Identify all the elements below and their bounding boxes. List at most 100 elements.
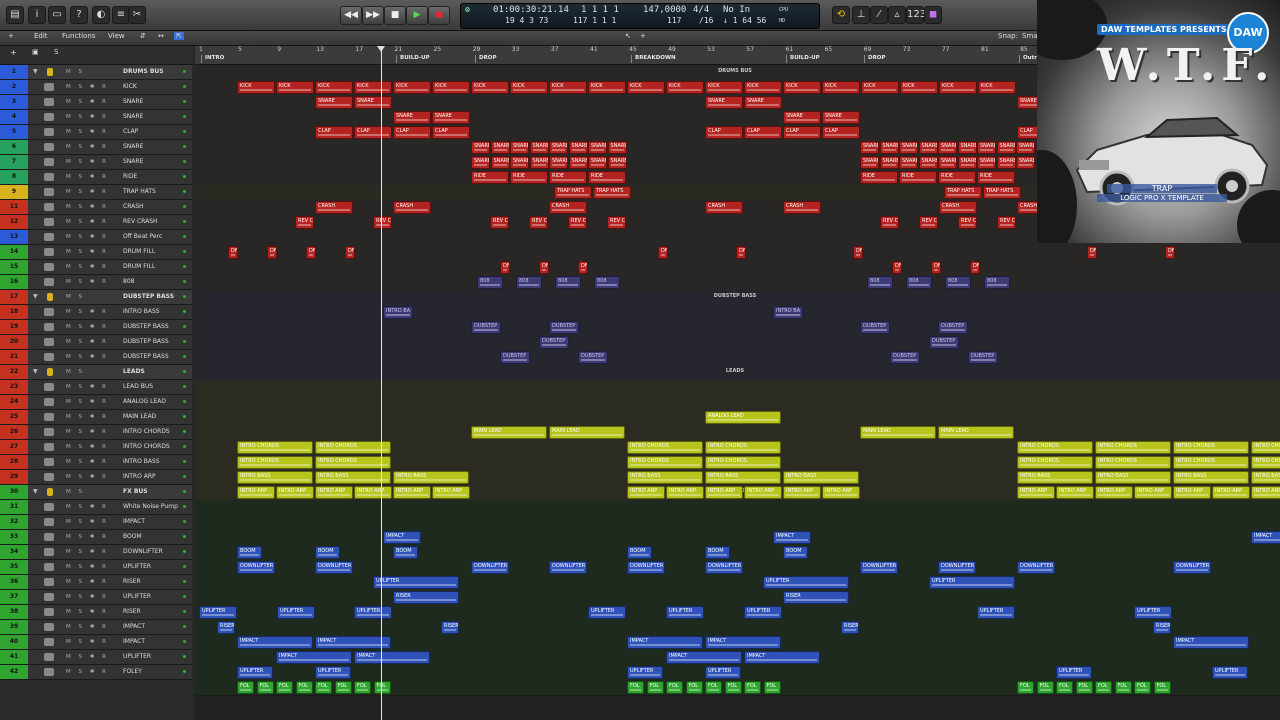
arrangement-marker[interactable]: DROP <box>868 55 886 61</box>
region[interactable]: FOL <box>646 681 664 694</box>
region[interactable]: REV C <box>568 216 587 229</box>
mute-solo-controls[interactable]: M S ✱ R <box>66 155 109 169</box>
mute-solo-controls[interactable]: M S ✱ R <box>66 605 109 619</box>
pointer-tool-icon[interactable]: ↖ <box>625 32 631 40</box>
record-button[interactable]: ● <box>428 6 450 25</box>
mute-solo-controls[interactable]: M S ✱ R <box>66 320 109 334</box>
region[interactable]: 808 <box>555 276 581 289</box>
region[interactable]: FOL <box>354 681 371 694</box>
region[interactable]: MAIN LEAD <box>549 426 625 439</box>
track-header[interactable]: 16 M S ✱ R 808 <box>0 275 192 290</box>
region[interactable]: DUBSTEP <box>890 351 920 364</box>
region[interactable]: FOL <box>1095 681 1112 694</box>
region[interactable]: MAIN LEAD <box>938 426 1014 439</box>
track-lane[interactable] <box>195 590 1280 606</box>
region[interactable]: SNARE <box>490 156 510 169</box>
region[interactable]: DF <box>539 261 549 274</box>
track-header[interactable]: 15 M S ✱ R DRUM FILL <box>0 260 192 275</box>
region[interactable]: SNARE <box>607 156 627 169</box>
region[interactable]: SNARE <box>996 156 1016 169</box>
region[interactable]: DUBSTEP <box>929 336 959 349</box>
region[interactable]: INTRO ARP <box>1251 486 1280 499</box>
track-header[interactable]: 21 M S ✱ R DUBSTEP BASS <box>0 350 192 365</box>
region[interactable]: IMPACT <box>276 651 352 664</box>
mute-solo-controls[interactable]: M S <box>66 65 85 79</box>
region[interactable]: BOOM <box>237 546 262 559</box>
mute-solo-controls[interactable]: M S <box>66 365 85 379</box>
track-name[interactable]: DUBSTEP BASS <box>123 320 169 334</box>
marker-flag[interactable] <box>475 55 476 63</box>
region[interactable]: SNARE <box>899 141 918 154</box>
forward-button[interactable]: ▶▶ <box>362 6 384 25</box>
track-name[interactable]: CLAP <box>123 125 138 139</box>
region[interactable]: INTRO BASS <box>315 471 391 484</box>
track-lane[interactable] <box>195 260 1280 276</box>
mute-solo-controls[interactable]: M S ✱ R <box>66 170 109 184</box>
region[interactable]: BOOM <box>315 546 340 559</box>
play-button[interactable]: ▶ <box>406 6 428 25</box>
track-name[interactable]: UPLIFTER <box>123 560 151 574</box>
region[interactable]: DF <box>500 261 510 274</box>
region[interactable]: UPLIFTER <box>1212 666 1248 679</box>
region[interactable]: INTRO BA <box>383 306 413 319</box>
track-header[interactable]: 14 M S ✱ R DRUM FILL <box>0 245 192 260</box>
help-icon[interactable]: ? <box>70 6 88 24</box>
track-header[interactable]: 13 M S ✱ R Off Beat Perc <box>0 230 192 245</box>
region[interactable]: CRASH <box>705 201 743 214</box>
track-header[interactable]: 28 M S ✱ R INTRO BASS <box>0 455 192 470</box>
add-track-icon[interactable]: + <box>8 32 14 40</box>
region[interactable]: CLAP <box>432 126 470 139</box>
region[interactable]: INTRO BASS <box>783 471 859 484</box>
region[interactable]: CLAP <box>744 126 782 139</box>
mute-solo-controls[interactable]: M S ✱ R <box>66 470 109 484</box>
track-name[interactable]: Off Beat Perc <box>123 230 162 244</box>
mute-solo-controls[interactable]: M S ✱ R <box>66 245 109 259</box>
region[interactable]: UPLIFTER <box>1134 606 1172 619</box>
region[interactable]: SNARE <box>783 111 821 124</box>
region[interactable]: INTRO CHORDS <box>1173 456 1249 469</box>
mute-solo-controls[interactable]: M S ✱ R <box>66 305 109 319</box>
region[interactable]: CRASH <box>393 201 431 214</box>
mute-solo-controls[interactable]: M S ✱ R <box>66 500 109 514</box>
region[interactable]: INTRO ARP <box>705 486 743 499</box>
track-header[interactable]: 9 M S ✱ R TRAP HATS <box>0 185 192 200</box>
region[interactable]: FOL <box>1114 681 1132 694</box>
region[interactable]: UPLIFTER <box>977 606 1015 619</box>
region[interactable]: BOOM <box>705 546 730 559</box>
region[interactable]: KICK <box>354 81 392 94</box>
marquee-tool-icon[interactable]: ⇵ <box>140 32 146 40</box>
region[interactable]: INTRO CHORDS <box>627 456 703 469</box>
mute-solo-controls[interactable]: M S ✱ R <box>66 425 109 439</box>
region[interactable]: MAIN LEAD <box>471 426 547 439</box>
arrangement-marker[interactable]: INTRO <box>205 55 224 61</box>
region[interactable]: INTRO CHORDS <box>705 456 781 469</box>
mute-solo-controls[interactable]: M S ✱ R <box>66 455 109 469</box>
track-name[interactable]: INTRO ARP <box>123 470 156 484</box>
track-lane[interactable] <box>195 305 1280 321</box>
mute-solo-controls[interactable]: M S ✱ R <box>66 395 109 409</box>
region[interactable]: IMPACT <box>354 651 430 664</box>
region[interactable]: INTRO CHORDS <box>1017 441 1093 454</box>
region[interactable]: INTRO CHORDS <box>1251 456 1280 469</box>
region[interactable]: SNARE <box>549 156 568 169</box>
track-name[interactable]: FX BUS <box>123 485 148 499</box>
track-lane[interactable] <box>195 545 1280 561</box>
menu-edit[interactable]: Edit <box>34 32 48 40</box>
smart-controls-icon[interactable]: ◐ <box>92 6 110 24</box>
track-name[interactable]: SNARE <box>123 110 143 124</box>
track-header[interactable]: 41 M S ✱ R UPLIFTER <box>0 650 192 665</box>
region[interactable]: RIDE <box>938 171 976 184</box>
region[interactable]: KICK <box>627 81 665 94</box>
region[interactable]: DUBSTEP <box>578 351 608 364</box>
track-name[interactable]: RIDE <box>123 170 137 184</box>
region[interactable]: INTRO CHORDS <box>315 456 391 469</box>
mute-solo-controls[interactable]: M S ✱ R <box>66 410 109 424</box>
track-name[interactable]: DOWNLIFTER <box>123 545 163 559</box>
track-header[interactable]: 5 M S ✱ R CLAP <box>0 125 192 140</box>
region[interactable]: INTRO CHORDS <box>1095 441 1171 454</box>
region[interactable]: INTRO ARP <box>1056 486 1094 499</box>
menu-view[interactable]: View <box>108 32 125 40</box>
cycle-icon[interactable]: ⟲ <box>832 6 850 24</box>
region[interactable]: SNARE <box>860 156 879 169</box>
region[interactable]: UPLIFTER <box>237 666 273 679</box>
